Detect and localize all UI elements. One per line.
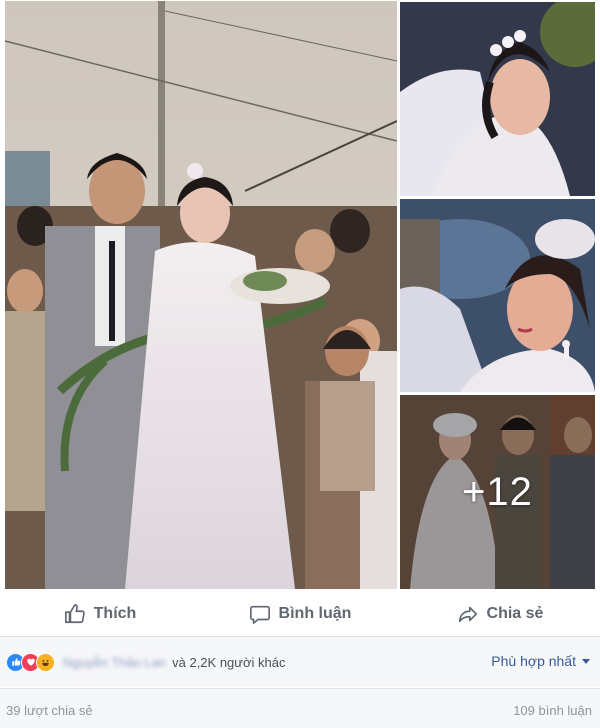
like-label: Thích (93, 605, 137, 622)
bride-profile-photo[interactable] (400, 199, 595, 392)
bride-profile-image (400, 199, 595, 392)
reactions-row: Nguyễn Thảo Lan và 2,2K người khác Phù h… (0, 637, 600, 687)
comment-label: Bình luận (278, 605, 352, 622)
main-photo[interactable] (5, 1, 397, 589)
photo-grid: +12 (0, 0, 600, 592)
comment-bubble-icon (249, 603, 271, 625)
reaction-icons[interactable] (6, 652, 55, 672)
bride-portrait-image (400, 2, 595, 196)
post-action-bar: Thích Bình luận Chia sẻ (0, 592, 600, 637)
haha-icon (36, 652, 55, 672)
wedding-guests-photo[interactable]: +12 (400, 395, 595, 589)
comment-button[interactable]: Bình luận (200, 598, 400, 630)
share-label: Chia sẻ (486, 605, 544, 622)
reactor-name[interactable]: Nguyễn Thảo Lan (63, 655, 166, 670)
sort-label: Phù hợp nhất (491, 653, 576, 669)
post-stats-footer: 39 lượt chia sẻ 109 bình luận (0, 688, 600, 728)
reaction-others-count[interactable]: và 2,2K người khác (172, 655, 285, 670)
like-button[interactable]: Thích (0, 598, 200, 630)
caret-down-icon (582, 658, 590, 664)
comment-count[interactable]: 109 bình luận (513, 703, 592, 718)
thumbs-up-icon (64, 603, 86, 625)
more-photos-overlay[interactable]: +12 (400, 395, 595, 589)
more-photos-count: +12 (462, 469, 533, 514)
comment-sort-dropdown[interactable]: Phù hợp nhất (491, 653, 590, 669)
share-arrow-icon (457, 603, 479, 625)
share-button[interactable]: Chia sẻ (400, 598, 600, 630)
main-photo-image (5, 1, 397, 589)
bride-portrait-photo[interactable] (400, 2, 595, 196)
share-count[interactable]: 39 lượt chia sẻ (6, 703, 93, 718)
